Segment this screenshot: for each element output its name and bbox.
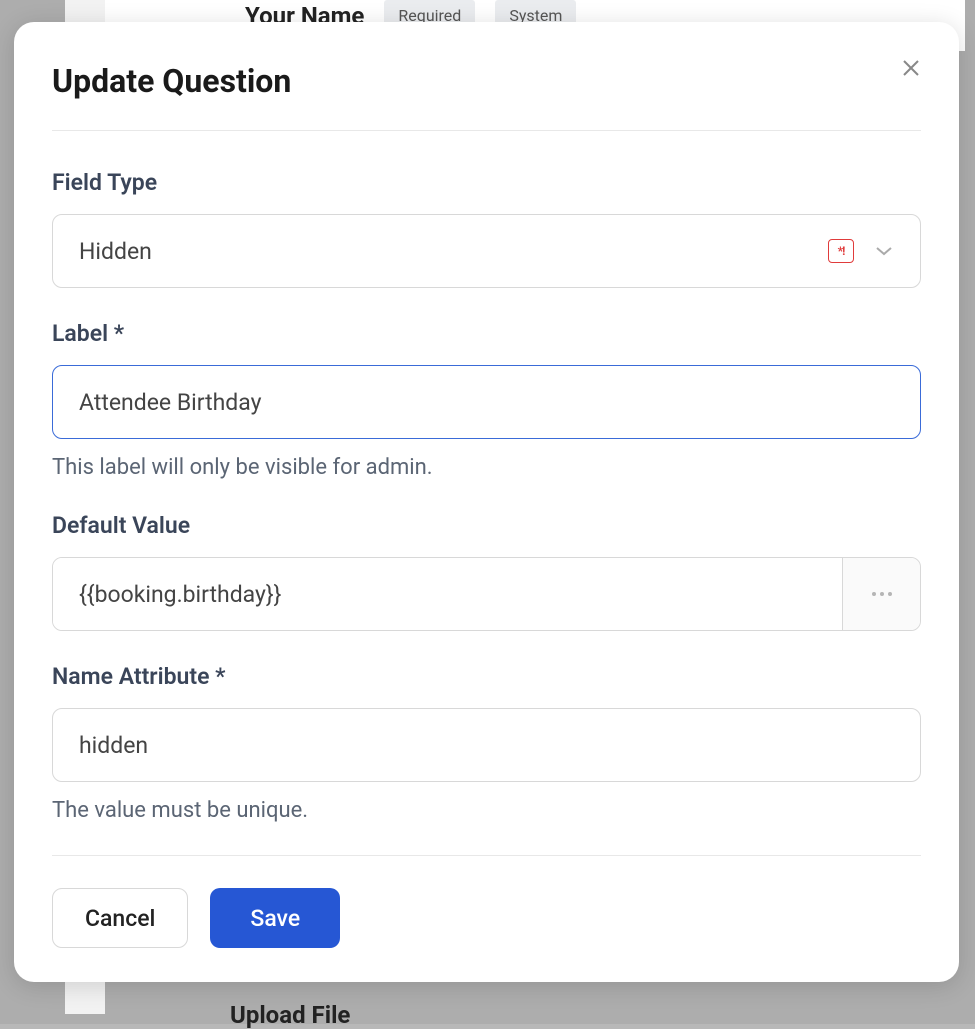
name-attribute-group: Name Attribute * The value must be uniqu…: [52, 663, 921, 823]
background-upload-text: Upload File: [230, 1001, 350, 1029]
default-value-label: Default Value: [52, 512, 921, 539]
label-group: Label * This label will only be visible …: [52, 320, 921, 480]
default-value-input[interactable]: [53, 558, 842, 630]
close-icon[interactable]: [901, 58, 921, 78]
label-field-label: Label *: [52, 320, 921, 347]
modal-header: Update Question: [52, 62, 921, 131]
cancel-button[interactable]: Cancel: [52, 888, 188, 948]
field-type-select[interactable]: Hidden: [52, 214, 921, 288]
field-type-label: Field Type: [52, 169, 921, 196]
label-help-text: This label will only be visible for admi…: [52, 455, 921, 480]
dots-horizontal-icon: [872, 592, 892, 596]
select-icons: [828, 239, 894, 263]
field-type-value: Hidden: [79, 238, 828, 265]
modal-footer: Cancel Save: [52, 855, 921, 948]
extension-icon[interactable]: [828, 239, 854, 263]
update-question-modal: Update Question Field Type Hidden Label …: [14, 22, 959, 982]
name-attribute-help-text: The value must be unique.: [52, 798, 921, 823]
field-type-group: Field Type Hidden: [52, 169, 921, 288]
save-button[interactable]: Save: [210, 888, 340, 948]
default-value-picker-button[interactable]: [842, 558, 920, 630]
name-attribute-label: Name Attribute *: [52, 663, 921, 690]
default-value-group: Default Value: [52, 512, 921, 631]
default-value-input-group: [52, 557, 921, 631]
modal-title: Update Question: [52, 62, 291, 100]
label-input[interactable]: [52, 365, 921, 439]
chevron-down-icon: [874, 245, 894, 257]
name-attribute-input[interactable]: [52, 708, 921, 782]
